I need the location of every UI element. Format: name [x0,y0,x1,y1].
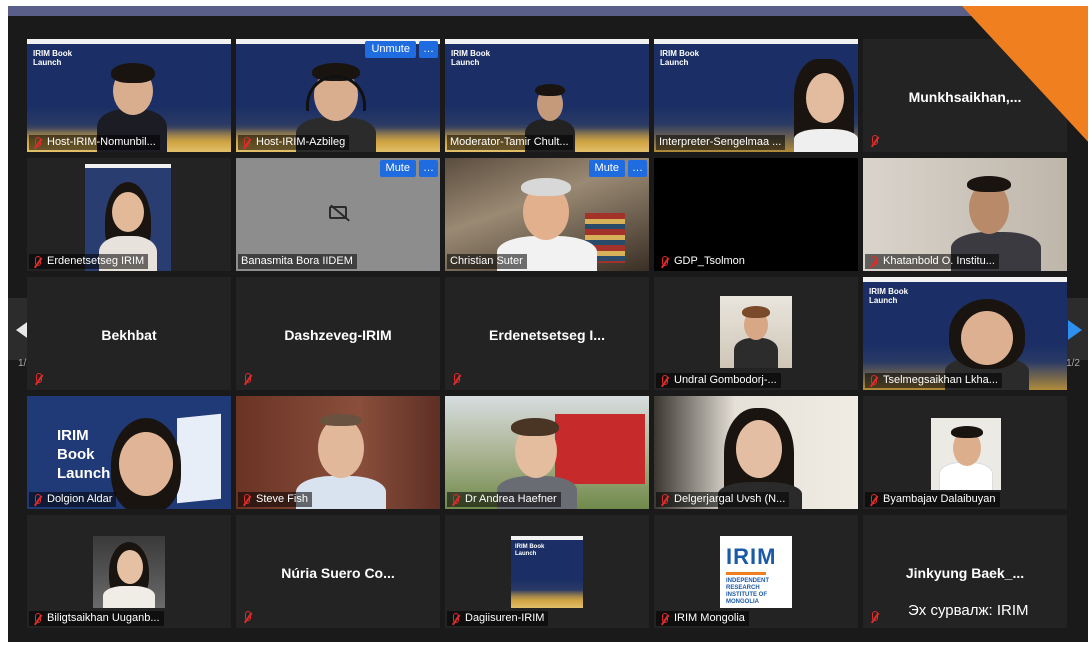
participant-name: Dr Andrea Haefner [447,492,561,507]
participant-name-large: Jinkyung Baek_... [905,565,1025,581]
muted-mic-icon [659,374,669,387]
participant-name: Erdenetsetseg IRIM [29,254,149,269]
banner-title: IRIM Book Launch [33,49,73,67]
participant-tile[interactable]: Delgerjargal Uvsh (N... [654,396,858,509]
participant-tile[interactable]: Dr Andrea Haefner [445,396,649,509]
muted-mic-icon [242,611,252,623]
participant-tile[interactable]: Biligtsaikhan Uuganb... [27,515,231,628]
participant-tile[interactable]: Erdenetsetseg IRIM [27,158,231,271]
chevron-right-icon [1068,320,1082,340]
muted-mic-icon [33,373,43,385]
participant-name: Banasmita Bora IIDEM [238,254,357,269]
participant-name: GDP_Tsolmon [656,254,749,269]
more-options-button[interactable]: … [419,41,438,58]
camera-off-icon [329,206,347,219]
participant-tile[interactable]: Byambajav Dalaibuyan [863,396,1067,509]
muted-mic-icon [451,373,461,385]
participant-profile-photo [93,536,165,608]
participant-tile[interactable]: Undral Gombodorj-... [654,277,858,390]
participant-tile[interactable]: IRIM Book Launch Dolgion Aldar [27,396,231,509]
participant-tile[interactable]: IRIM Book Launch Host-IRIM-Nomunbil... [27,39,231,152]
participant-name: Christian Suter [447,254,527,269]
participant-name: Moderator-Tamir Chult... [447,135,573,150]
muted-mic-icon [659,493,669,506]
participant-tile[interactable]: Bekhbat [27,277,231,390]
participant-name: IRIM Mongolia [656,611,749,626]
participant-name: Khatanbold O. Institu... [865,254,999,269]
participant-name: Dolgion Aldar [29,492,117,507]
muted-mic-icon [659,612,669,625]
participant-tile[interactable]: Erdenetsetseg I... [445,277,649,390]
more-options-button[interactable]: … [628,160,647,177]
muted-mic-icon [32,136,42,149]
muted-mic-icon [868,255,878,268]
banner-title: IRIM Book Launch [515,544,545,557]
tile-controls: Mute … [588,160,647,177]
muted-mic-icon [32,612,42,625]
participant-tile[interactable]: Núria Suero Co... [236,515,440,628]
banner-title: IRIM Book Launch [869,287,909,305]
muted-mic-icon [32,255,42,268]
window-top-bar [8,6,1088,16]
unmute-button[interactable]: Unmute [365,41,416,58]
muted-mic-icon [241,136,251,149]
muted-mic-icon [32,493,42,506]
participant-name: Host-IRIM-Azbileg [238,135,350,150]
participant-name-large: Dashzeveg-IRIM [284,327,392,343]
participant-tile[interactable]: Khatanbold O. Institu... [863,158,1067,271]
zoom-meeting-window: 1/2 1/2 IRIM Book Launch Host-IRIM-Nomun… [8,6,1088,642]
participant-tile[interactable]: IRIM Book Launch Dagiisuren-IRIM [445,515,649,628]
participant-name: Delgerjargal Uvsh (N... [656,492,790,507]
participant-name: Byambajav Dalaibuyan [865,492,1000,507]
participant-name: Dagiisuren-IRIM [447,611,549,626]
participant-tile[interactable]: Steve Fish [236,396,440,509]
more-options-button[interactable]: … [419,160,438,177]
muted-mic-icon [869,135,879,147]
participant-tile[interactable]: IRIM INDEPENDENT RESEARCH INSTITUTE OF M… [654,515,858,628]
participant-tile[interactable]: Dashzeveg-IRIM [236,277,440,390]
participant-name-large: Núria Suero Co... [281,565,395,581]
irim-logo: IRIM INDEPENDENT RESEARCH INSTITUTE OF M… [720,536,792,608]
participant-name: Tselmegsaikhan Lkha... [865,373,1002,388]
muted-mic-icon [868,493,878,506]
participant-profile-photo: IRIM Book Launch [511,536,583,608]
tile-controls: Mute … [379,160,438,177]
participant-tile[interactable]: GDP_Tsolmon [654,158,858,271]
participant-profile-photo [931,418,1001,490]
page-indicator-right: 1/2 [1066,358,1080,369]
participant-name-large: Erdenetsetseg I... [489,327,605,343]
participant-name: Interpreter-Sengelmaa ... [656,135,786,150]
participant-tile[interactable]: IRIM Book Launch Interpreter-Sengelmaa .… [654,39,858,152]
muted-mic-icon [869,611,879,623]
source-caption: Эх сурвалж: IRIM [908,602,1029,619]
muted-mic-icon [659,255,669,268]
muted-mic-icon [450,493,460,506]
muted-mic-icon [241,493,251,506]
mute-button[interactable]: Mute [379,160,416,177]
participant-profile-photo [720,296,792,368]
orange-corner-ribbon [962,6,1088,146]
muted-mic-icon [242,373,252,385]
muted-mic-icon [868,374,878,387]
banner-title: IRIM Book Launch [660,49,700,67]
participant-name: Host-IRIM-Nomunbil... [29,135,160,150]
participant-tile[interactable]: IRIM Book Launch Moderator-Tamir Chult..… [445,39,649,152]
participant-tile[interactable]: IRIM Book Launch Tselmegsaikhan Lkha... [863,277,1067,390]
participant-name: Steve Fish [238,492,312,507]
participant-name-large: Bekhbat [101,327,157,343]
active-speaker-tile[interactable]: Mute … Christian Suter [445,158,649,271]
participant-tile[interactable]: Unmute … Host-IRIM-Azbileg [236,39,440,152]
muted-mic-icon [450,612,460,625]
participant-tile[interactable]: Mute … Banasmita Bora IIDEM [236,158,440,271]
participant-gallery: IRIM Book Launch Host-IRIM-Nomunbil... U… [27,39,1067,637]
mute-button[interactable]: Mute [588,160,625,177]
participant-name: Undral Gombodorj-... [656,373,781,388]
tile-controls: Unmute … [365,41,438,58]
banner-title: IRIM Book Launch [451,49,491,67]
participant-name: Biligtsaikhan Uuganb... [29,611,164,626]
